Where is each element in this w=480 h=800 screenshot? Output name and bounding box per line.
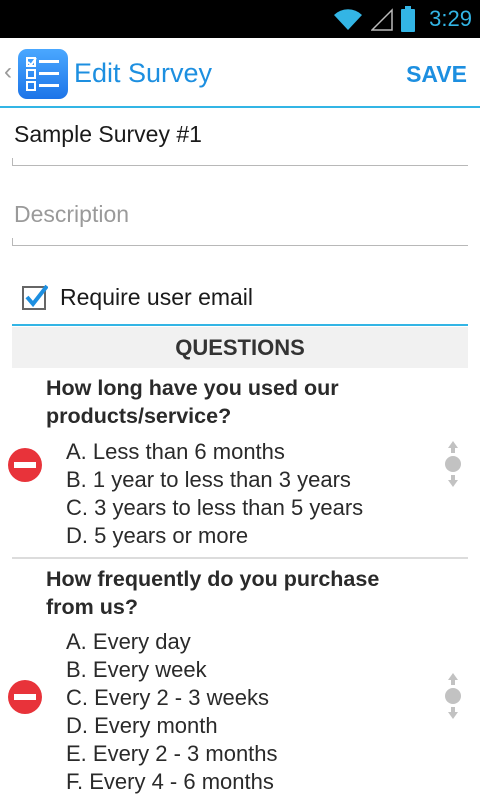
signal-icon bbox=[371, 8, 393, 31]
require-email-checkbox[interactable] bbox=[22, 284, 48, 310]
divider bbox=[12, 557, 468, 559]
drag-handle-icon[interactable] bbox=[443, 673, 463, 719]
questions-header: QUESTIONS bbox=[12, 327, 468, 368]
battery-icon bbox=[401, 6, 416, 32]
option-label: C. 3 years to less than 5 years bbox=[66, 495, 364, 520]
survey-name-field[interactable]: Sample Survey #1 bbox=[12, 118, 468, 166]
status-time: 3:29 bbox=[429, 6, 472, 31]
app-icon[interactable] bbox=[18, 49, 68, 99]
page-title: Edit Survey bbox=[74, 58, 213, 88]
status-bar: 3:29 bbox=[0, 0, 480, 38]
option-label: C. Every 2 - 3 weeks bbox=[66, 685, 269, 710]
action-bar: ‹ Edit Survey SAVE bbox=[0, 38, 480, 108]
description-placeholder: Description bbox=[14, 201, 130, 227]
option-label: B. Every week bbox=[66, 657, 207, 682]
question-title: How long have you used our products/serv… bbox=[46, 376, 339, 428]
wifi-icon bbox=[334, 9, 363, 30]
drag-handle-icon[interactable] bbox=[443, 441, 463, 487]
option-label: E. Every 2 - 3 months bbox=[66, 741, 278, 766]
question-title: How frequently do you purchase from us? bbox=[46, 567, 380, 619]
option-label: D. 5 years or more bbox=[66, 523, 249, 548]
survey-name-value: Sample Survey #1 bbox=[14, 121, 202, 147]
remove-question-icon[interactable] bbox=[7, 679, 43, 715]
option-label: A. Every day bbox=[66, 629, 191, 654]
require-email-row[interactable]: Require user email bbox=[12, 280, 468, 326]
checklist-icon bbox=[26, 57, 59, 91]
option-label: B. 1 year to less than 3 years bbox=[66, 467, 351, 492]
save-button[interactable]: SAVE bbox=[406, 61, 467, 88]
up-caret-icon[interactable]: ‹ bbox=[4, 60, 12, 84]
remove-question-icon[interactable] bbox=[7, 447, 43, 483]
require-email-label: Require user email bbox=[60, 284, 254, 310]
description-field[interactable]: Description bbox=[12, 198, 468, 246]
option-label: D. Every month bbox=[66, 713, 218, 738]
option-label: A. Less than 6 months bbox=[66, 439, 285, 464]
option-label: F. Every 4 - 6 months bbox=[66, 769, 274, 794]
